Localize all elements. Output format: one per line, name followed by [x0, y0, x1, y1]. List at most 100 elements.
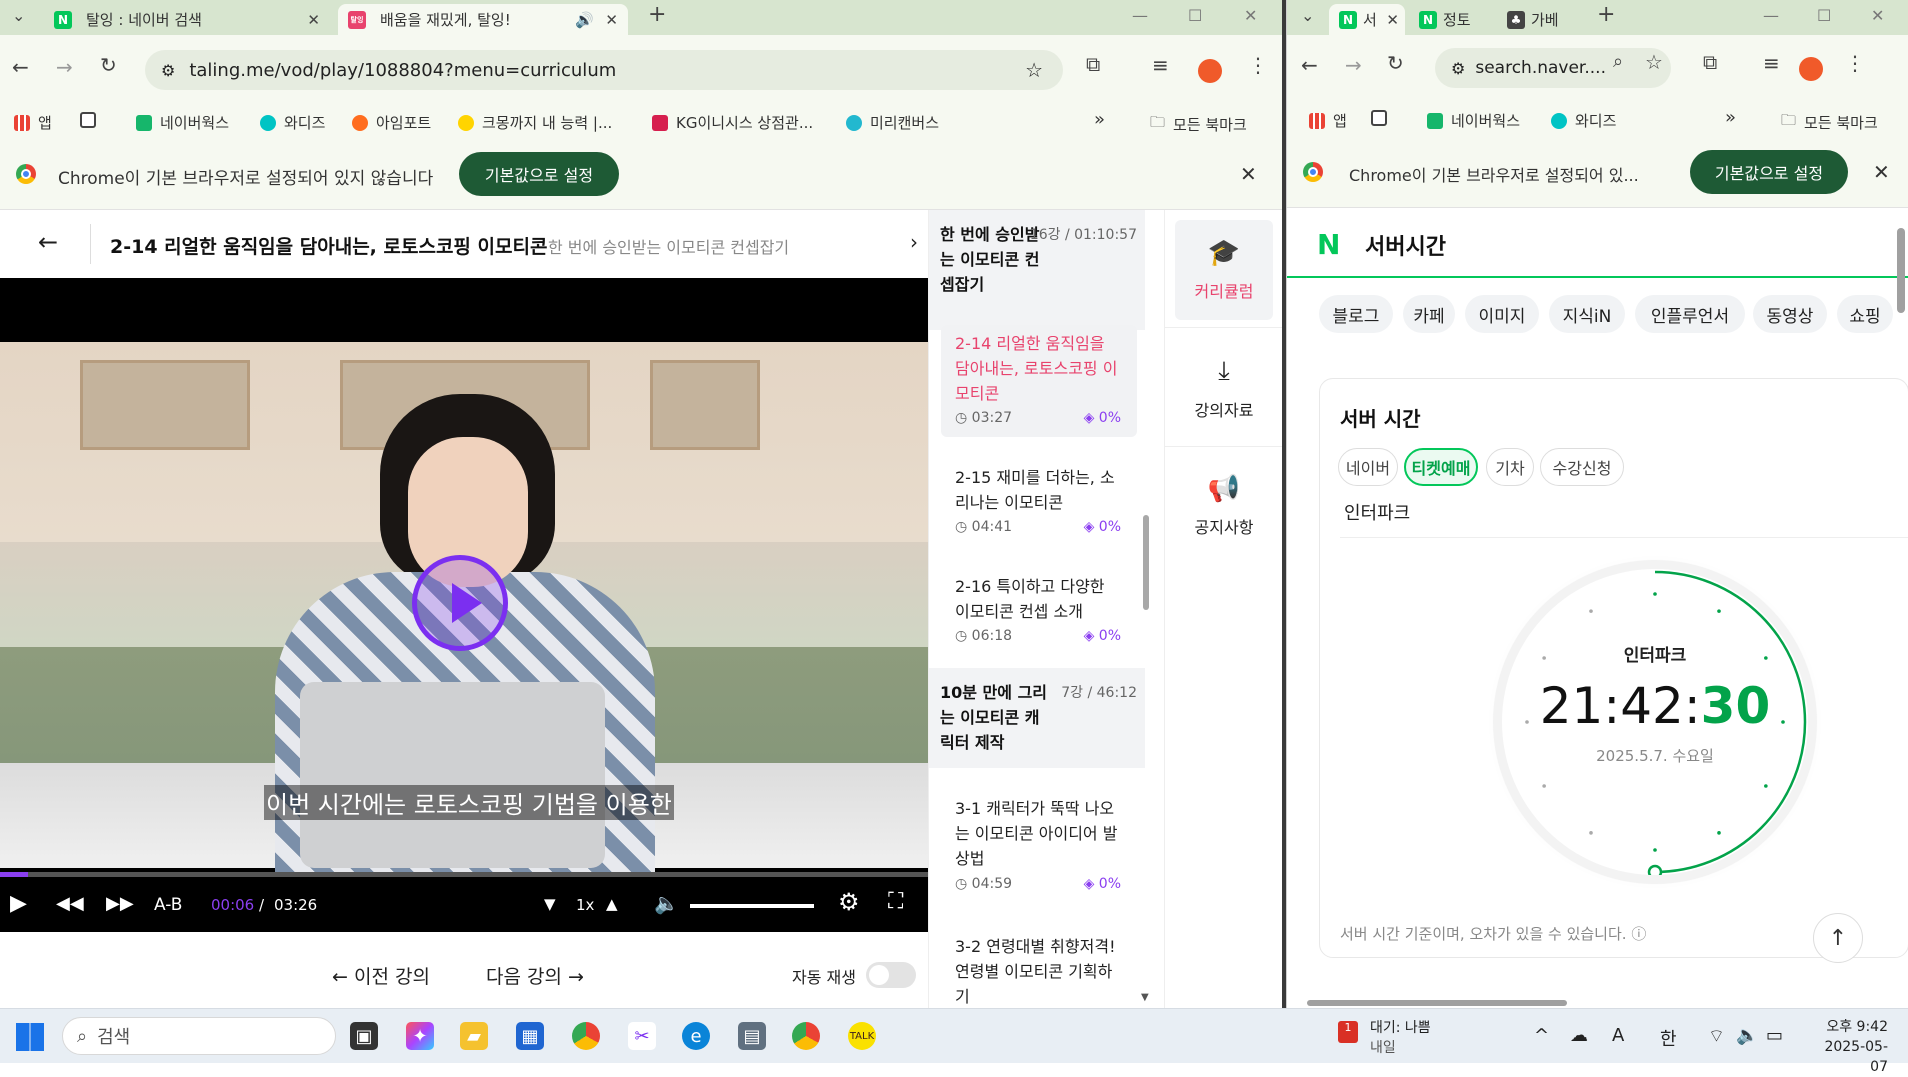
- file-explorer-icon[interactable]: ▰: [460, 1022, 488, 1050]
- search-tab-cafe[interactable]: 카페: [1403, 295, 1455, 333]
- bookmark-kginicis[interactable]: KG이니시스 상점관...: [652, 112, 813, 133]
- profile-avatar-icon[interactable]: [1799, 57, 1823, 81]
- maximize-icon[interactable]: ☐: [1188, 6, 1202, 25]
- fullscreen-icon[interactable]: ⛶: [888, 889, 903, 914]
- section-header[interactable]: 한 번에 승인받는 이모티콘 컨셉잡기 16강 / 01:10:57: [929, 210, 1145, 330]
- forward-icon[interactable]: →: [56, 55, 73, 79]
- bookmark-naverworks[interactable]: 네이버웍스: [1427, 110, 1520, 131]
- collapse-chevron-icon[interactable]: ›: [910, 230, 918, 254]
- horizontal-scrollbar[interactable]: [1307, 1000, 1567, 1006]
- media-control-icon[interactable]: ≡: [1152, 53, 1169, 77]
- infobar-close-icon[interactable]: ✕: [1873, 160, 1890, 184]
- search-tab-shopping[interactable]: 쇼핑: [1837, 295, 1893, 333]
- tab-taling[interactable]: 탈잉 배움을 재밌게, 탈잉! 🔊 ✕: [338, 4, 628, 35]
- kakaotalk-icon[interactable]: TALK: [848, 1022, 876, 1050]
- battery-icon[interactable]: ▭: [1766, 1025, 1783, 1046]
- info-icon[interactable]: ⓘ: [1631, 925, 1646, 943]
- close-tab-icon[interactable]: ✕: [1386, 11, 1399, 29]
- system-clock[interactable]: 오후 9:42 2025-05-07: [1808, 1017, 1888, 1077]
- minimize-icon[interactable]: —: [1132, 6, 1148, 25]
- search-tab-influencer[interactable]: 인플루언서: [1635, 295, 1745, 333]
- close-tab-icon[interactable]: ✕: [605, 11, 618, 29]
- tab-jeongto[interactable]: N 정토: [1409, 4, 1497, 35]
- set-default-button[interactable]: 기본값으로 설정: [1690, 150, 1848, 194]
- list-item[interactable]: 2-16 특이하고 다양한 이모티콘 컨셉 소개 ◷ 06:18 ◈ 0%: [941, 562, 1137, 658]
- new-tab-icon[interactable]: +: [648, 2, 666, 27]
- search-tab-kin[interactable]: 지식iN: [1549, 295, 1625, 333]
- close-window-icon[interactable]: ✕: [1871, 6, 1884, 25]
- back-icon[interactable]: ←: [12, 55, 29, 79]
- search-tab-video[interactable]: 동영상: [1753, 295, 1827, 333]
- tab-server-time[interactable]: N 서 ✕: [1329, 4, 1405, 35]
- speed-down-icon[interactable]: ▼: [544, 895, 556, 913]
- bookmark-grid[interactable]: [1371, 110, 1395, 126]
- bookmark-apps[interactable]: 앱: [1309, 110, 1347, 131]
- snipping-tool-icon[interactable]: ✂: [628, 1022, 656, 1050]
- list-item[interactable]: 2-15 재미를 더하는, 소리나는 이모티콘 ◷ 04:41 ◈ 0%: [941, 453, 1137, 549]
- extensions-icon[interactable]: ⧉: [1086, 52, 1100, 76]
- curriculum-scrollbar[interactable]: [1143, 515, 1149, 610]
- option-naver[interactable]: 네이버: [1338, 448, 1398, 486]
- volume-icon[interactable]: 🔈: [654, 891, 679, 915]
- menu-kebab-icon[interactable]: ⋮: [1248, 53, 1268, 77]
- windows-start-icon[interactable]: [16, 1023, 44, 1051]
- back-arrow-icon[interactable]: ←: [38, 228, 58, 256]
- wifi-icon[interactable]: ⌔: [1708, 1025, 1725, 1048]
- bookmark-grid[interactable]: [80, 112, 104, 128]
- speaker-icon[interactable]: 🔊: [575, 11, 594, 29]
- list-item[interactable]: 2-14 리얼한 움직임을 담아내는, 로토스코핑 이모티콘 ◷ 03:27 ◈…: [941, 325, 1137, 437]
- search-tab-blog[interactable]: 블로그: [1319, 295, 1393, 333]
- reload-icon[interactable]: ↻: [1387, 51, 1404, 75]
- bookmark-apps[interactable]: 앱: [14, 112, 52, 133]
- list-item[interactable]: 3-1 캐릭터가 뚝딱 나오는 이모티콘 아이디어 발상법 ◷ 04:59 ◈ …: [941, 784, 1137, 904]
- address-bar[interactable]: ⚙ search.naver....: [1435, 48, 1671, 88]
- more-bookmarks-icon[interactable]: »: [1094, 109, 1105, 130]
- all-bookmarks[interactable]: 🗀 모든 북마크: [1150, 112, 1247, 137]
- play-icon[interactable]: ▶: [10, 891, 27, 916]
- site-info-icon[interactable]: ⚙: [161, 61, 175, 80]
- section-header[interactable]: 10분 만에 그리는 이모티콘 캐릭터 제작 7강 / 46:12: [929, 668, 1145, 768]
- speed-up-icon[interactable]: ▲: [606, 895, 618, 913]
- chrome-taskbar-icon[interactable]: [572, 1022, 600, 1050]
- tab-search-chevron-icon[interactable]: ⌄: [1301, 6, 1314, 25]
- previous-lesson-link[interactable]: ← 이전 강의: [332, 962, 430, 989]
- calculator-icon[interactable]: ▤: [738, 1022, 766, 1050]
- tab-naver-search[interactable]: N 탈잉 : 네이버 검색 ✕: [44, 4, 330, 35]
- vertical-scrollbar[interactable]: [1897, 228, 1905, 313]
- settings-gear-icon[interactable]: ⚙: [838, 888, 860, 916]
- curriculum-menu-button[interactable]: 🎓 커리큘럼: [1175, 220, 1273, 320]
- new-tab-icon[interactable]: +: [1597, 2, 1615, 27]
- naver-logo-icon[interactable]: N: [1317, 228, 1340, 261]
- bookmark-naverworks[interactable]: 네이버웍스: [136, 112, 229, 133]
- fast-forward-icon[interactable]: ▶▶: [106, 893, 134, 914]
- zoom-icon[interactable]: ⌕: [1613, 51, 1623, 72]
- set-default-button[interactable]: 기본값으로 설정: [459, 152, 619, 196]
- rewind-icon[interactable]: ◀◀: [56, 893, 84, 914]
- option-course-registration[interactable]: 수강신청: [1540, 448, 1624, 486]
- bookmark-star-icon[interactable]: ☆: [1025, 58, 1043, 82]
- play-overlay-icon[interactable]: [412, 555, 508, 651]
- task-view-icon[interactable]: ▣: [350, 1022, 378, 1050]
- option-ticket[interactable]: 티켓예매: [1404, 448, 1478, 486]
- materials-menu-button[interactable]: ⤓ 강의자료: [1175, 338, 1273, 438]
- ime-korean[interactable]: 한: [1660, 1025, 1677, 1051]
- notice-menu-button[interactable]: 📢 공지사항: [1175, 456, 1273, 556]
- ab-repeat-button[interactable]: A-B: [154, 895, 182, 915]
- forward-icon[interactable]: →: [1345, 53, 1362, 77]
- menu-kebab-icon[interactable]: ⋮: [1845, 51, 1865, 75]
- bookmark-wadiz[interactable]: 와디즈: [1551, 110, 1616, 131]
- bookmark-kmong[interactable]: 크몽까지 내 능력 |...: [458, 112, 612, 133]
- copilot-icon[interactable]: ✦: [406, 1022, 434, 1050]
- scroll-to-top-button[interactable]: ↑: [1813, 913, 1863, 963]
- reload-icon[interactable]: ↻: [100, 53, 117, 77]
- close-tab-icon[interactable]: ✕: [307, 11, 320, 29]
- option-train[interactable]: 기차: [1486, 448, 1534, 486]
- media-control-icon[interactable]: ≡: [1763, 51, 1780, 75]
- edge-icon[interactable]: e: [682, 1022, 710, 1050]
- next-lesson-link[interactable]: 다음 강의 →: [486, 962, 584, 989]
- ime-mode[interactable]: A: [1612, 1025, 1624, 1046]
- onedrive-icon[interactable]: ☁: [1570, 1025, 1588, 1046]
- profile-avatar-icon[interactable]: [1198, 59, 1222, 83]
- infobar-close-icon[interactable]: ✕: [1240, 162, 1257, 186]
- site-info-icon[interactable]: ⚙: [1451, 59, 1465, 78]
